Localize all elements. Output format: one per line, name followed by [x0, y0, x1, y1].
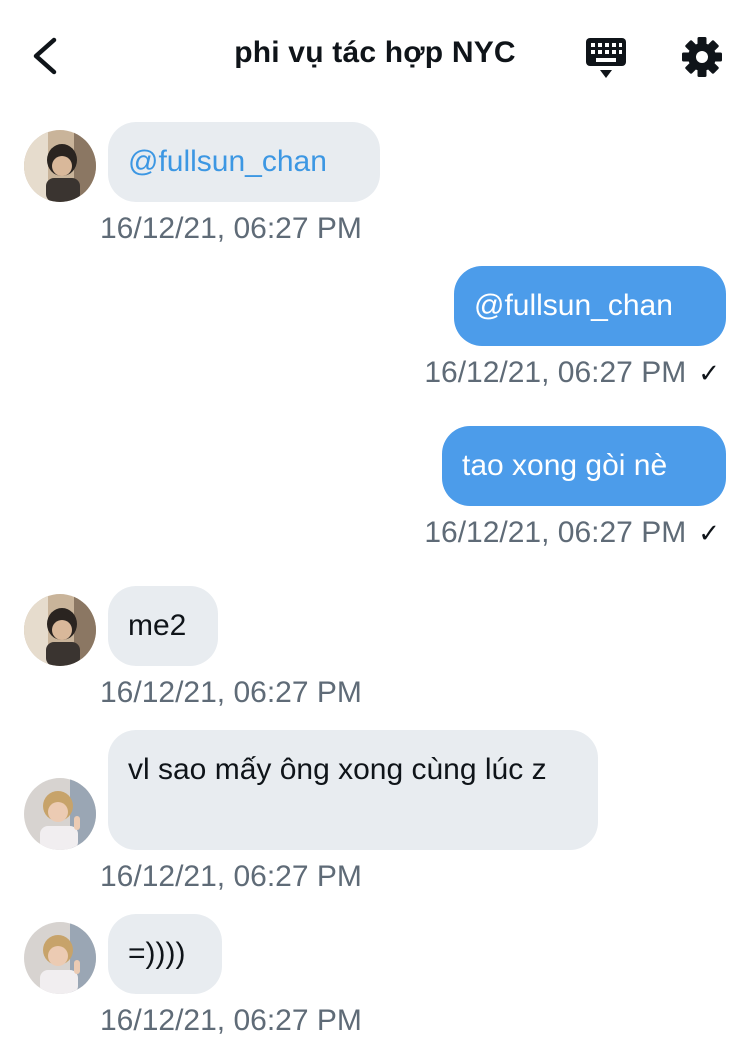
message-text: tao xong gòi nè — [462, 449, 668, 482]
mention-link[interactable]: @fullsun_chan — [128, 145, 327, 178]
message-bubble[interactable]: tao xong gòi nè — [442, 426, 726, 506]
message-timestamp: 16/12/21, 06:27 PM — [100, 860, 362, 893]
sender-avatar[interactable] — [24, 778, 96, 850]
message-timestamp-row: 16/12/21, 06:27 PM ✓ — [424, 516, 720, 550]
read-check-icon: ✓ — [698, 518, 720, 548]
conversation-title[interactable]: phi vụ tác hợp NYC — [0, 36, 750, 70]
message-text: vl sao mấy ông xong cùng lúc z — [128, 753, 547, 786]
message-timestamp: 16/12/21, 06:27 PM — [100, 676, 362, 709]
message-timestamp-row: 16/12/21, 06:27 PM ✓ — [424, 356, 720, 390]
message-bubble[interactable]: @fullsun_chan — [108, 122, 380, 202]
message-bubble[interactable]: vl sao mấy ông xong cùng lúc z — [108, 730, 598, 850]
avatar-photo-dark-hair — [24, 594, 96, 666]
message-text: me2 — [128, 609, 187, 642]
keyboard-icon — [586, 38, 626, 78]
gear-icon — [682, 37, 722, 77]
keyboard-shortcuts-button[interactable] — [584, 36, 628, 80]
read-check-icon: ✓ — [698, 358, 720, 388]
message-bubble[interactable]: =)))) — [108, 914, 222, 994]
sender-avatar[interactable] — [24, 922, 96, 994]
sender-avatar[interactable] — [24, 594, 96, 666]
chat-header: phi vụ tác hợp NYC — [0, 0, 750, 112]
message-timestamp: 16/12/21, 06:27 PM — [424, 516, 687, 549]
message-bubble[interactable]: @fullsun_chan — [454, 266, 726, 346]
message-bubble[interactable]: me2 — [108, 586, 218, 666]
mention-link[interactable]: @fullsun_chan — [474, 289, 673, 322]
message-timestamp: 16/12/21, 06:27 PM — [100, 212, 362, 245]
avatar-photo-light-hair — [24, 922, 96, 994]
avatar-photo-dark-hair — [24, 130, 96, 202]
message-timestamp: 16/12/21, 06:27 PM — [424, 356, 687, 389]
settings-button[interactable] — [681, 36, 723, 78]
avatar-photo-light-hair — [24, 778, 96, 850]
message-text: =)))) — [128, 937, 186, 970]
message-timestamp: 16/12/21, 06:27 PM — [100, 1004, 362, 1037]
sender-avatar[interactable] — [24, 130, 96, 202]
